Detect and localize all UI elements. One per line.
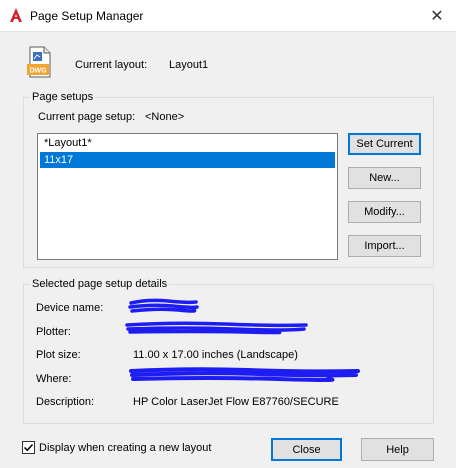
current-layout-value: Layout1 (169, 59, 209, 71)
description-value: HP Color LaserJet Flow E87760/SECURE (133, 396, 339, 408)
window-title: Page Setup Manager (30, 9, 144, 23)
current-layout-label: Current layout: (75, 59, 148, 71)
dwg-icon-text: DWG (29, 68, 47, 75)
where-redaction (129, 367, 360, 382)
close-icon[interactable]: ✕ (424, 4, 450, 28)
new-button[interactable]: New... (348, 167, 421, 189)
plot-size-label: Plot size: (36, 349, 81, 361)
title-bar: Page Setup Manager ✕ (0, 0, 456, 32)
modify-button[interactable]: Modify... (348, 201, 421, 223)
plotter-label: Plotter: (36, 326, 71, 338)
plot-size-value: 11.00 x 17.00 inches (Landscape) (133, 349, 298, 361)
device-name-redaction (128, 298, 199, 313)
autocad-a-icon (8, 7, 24, 23)
page-setups-legend: Page setups (32, 91, 94, 103)
help-button[interactable]: Help (361, 438, 434, 461)
details-legend: Selected page setup details (32, 278, 168, 290)
where-label: Where: (36, 373, 72, 385)
description-label: Description: (36, 396, 95, 408)
checkbox-checked-icon[interactable] (22, 441, 35, 454)
page-setups-list[interactable]: *Layout1* 11x17 (37, 133, 338, 260)
set-current-button[interactable]: Set Current (348, 133, 421, 155)
list-item-layout1[interactable]: *Layout1* (40, 135, 335, 151)
device-name-label: Device name: (36, 302, 104, 314)
current-page-setup-value: <None> (145, 111, 185, 123)
close-button[interactable]: Close (271, 438, 342, 461)
current-page-setup-label: Current page setup: (38, 111, 136, 123)
import-button[interactable]: Import... (348, 235, 421, 257)
list-item-11x17[interactable]: 11x17 (40, 152, 335, 168)
plotter-redaction (125, 321, 308, 335)
checkbox-label: Display when creating a new layout (39, 441, 212, 454)
dwg-file-icon: DWG (26, 46, 52, 78)
display-on-new-layout-checkbox[interactable]: Display when creating a new layout (22, 441, 211, 454)
